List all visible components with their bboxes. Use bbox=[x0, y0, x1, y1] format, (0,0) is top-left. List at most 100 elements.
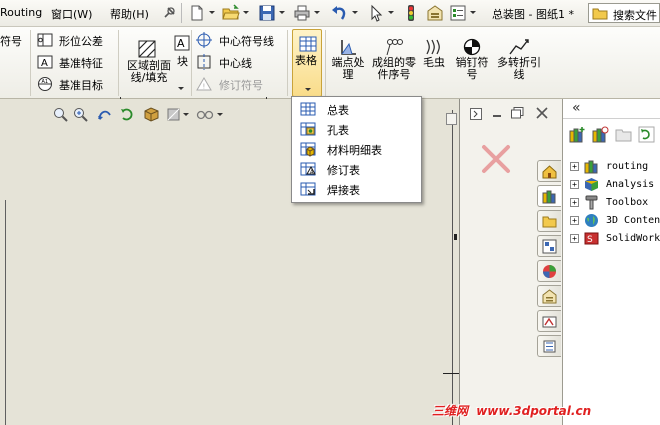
menu-window[interactable]: 窗口(W) bbox=[51, 6, 92, 22]
zoom-to-fit-icon[interactable] bbox=[53, 107, 68, 122]
symbol-button[interactable]: 符号 bbox=[0, 33, 22, 49]
design-library-icon bbox=[584, 160, 598, 174]
create-folder-icon[interactable] bbox=[615, 126, 632, 143]
multi-jog-leader-button[interactable]: 多转折引线 bbox=[497, 57, 541, 81]
tree-item-routing[interactable]: + routing bbox=[570, 159, 660, 175]
tree-item-analysis[interactable]: + Analysis bbox=[570, 177, 660, 193]
expand-icon[interactable]: + bbox=[570, 234, 579, 243]
display-style-icon[interactable] bbox=[143, 107, 160, 122]
tree-item-3d-content[interactable]: + 3D Conten bbox=[570, 213, 660, 229]
print-icon[interactable] bbox=[293, 4, 311, 22]
add-to-library-icon[interactable] bbox=[569, 126, 586, 143]
electrical-icon bbox=[543, 340, 556, 353]
expand-icon[interactable]: + bbox=[570, 216, 579, 225]
options-icon[interactable] bbox=[449, 4, 467, 22]
caterpillar-button[interactable]: 毛虫 bbox=[420, 57, 448, 69]
open-folder-icon[interactable] bbox=[222, 4, 240, 22]
undo-dropdown-icon[interactable] bbox=[352, 11, 358, 14]
select-dropdown-icon[interactable] bbox=[388, 11, 394, 14]
datum-target-button[interactable]: 基准目标 bbox=[59, 77, 103, 93]
sheet-border-line bbox=[452, 110, 453, 425]
centerline-button[interactable]: 中心线 bbox=[219, 55, 252, 71]
options-dropdown-icon[interactable] bbox=[470, 11, 476, 14]
close-icon[interactable] bbox=[536, 107, 548, 119]
new-document-icon[interactable] bbox=[188, 4, 206, 22]
tab-electrical[interactable] bbox=[537, 335, 561, 357]
center-mark-button[interactable]: 中心符号线 bbox=[219, 33, 274, 49]
tab-file-explorer[interactable] bbox=[537, 210, 561, 232]
table-label: 表格 bbox=[295, 54, 317, 67]
menu-routing[interactable]: Routing bbox=[0, 6, 42, 19]
section-dropdown-icon[interactable] bbox=[183, 113, 189, 116]
restore-icon[interactable] bbox=[511, 107, 524, 119]
dowel-pin-icon bbox=[463, 38, 481, 56]
new-dropdown-icon[interactable] bbox=[209, 11, 215, 14]
tab-custom-properties[interactable] bbox=[537, 285, 561, 307]
datum-feature-button[interactable]: 基准特征 bbox=[59, 55, 103, 71]
tab-view-palette[interactable] bbox=[537, 235, 561, 257]
routing-library-icon bbox=[542, 316, 557, 328]
section-view-icon[interactable] bbox=[166, 107, 181, 122]
rebuild-view-icon[interactable] bbox=[120, 107, 135, 122]
sheet-crosshair-line bbox=[443, 373, 459, 374]
menu-item-hole-table[interactable]: 孔表 bbox=[292, 119, 421, 139]
menu-item-bom[interactable]: 材料明细表 bbox=[292, 139, 421, 159]
expand-icon[interactable]: + bbox=[570, 162, 579, 171]
collapse-pane-button[interactable]: « bbox=[572, 100, 581, 116]
menu-item-revision-table[interactable]: A 修订表 bbox=[292, 159, 421, 179]
zoom-area-icon[interactable] bbox=[73, 107, 88, 122]
print-dropdown-icon[interactable] bbox=[314, 11, 320, 14]
task-pane-tabs bbox=[537, 160, 563, 357]
add-file-location-icon[interactable] bbox=[592, 126, 609, 143]
block-dropdown-icon[interactable] bbox=[178, 87, 184, 90]
revision-symbol-button[interactable]: 修订符号 bbox=[219, 77, 263, 93]
tree-item-solidworks-content[interactable]: + S SolidWork bbox=[570, 231, 660, 247]
end-treatment-icon bbox=[341, 40, 356, 55]
minimize-icon[interactable] bbox=[492, 110, 502, 118]
dowel-pin-button[interactable]: 销钉符号 bbox=[451, 57, 493, 81]
appearances-icon bbox=[543, 265, 556, 278]
geometric-tolerance-button[interactable]: 形位公差 bbox=[59, 33, 103, 49]
undo-icon[interactable] bbox=[330, 4, 348, 22]
datum-feature-icon: A bbox=[37, 55, 53, 69]
hide-show-icon[interactable] bbox=[196, 108, 214, 121]
tree-item-toolbox[interactable]: + Toolbox bbox=[570, 195, 660, 211]
previous-view-icon[interactable] bbox=[97, 107, 112, 122]
svg-text:A: A bbox=[177, 37, 185, 50]
tab-appearances[interactable] bbox=[537, 260, 561, 282]
menu-item-weldment-table[interactable]: 焊接表 bbox=[292, 179, 421, 199]
tab-solidworks-resources[interactable] bbox=[537, 160, 561, 182]
ribbon-separator bbox=[325, 30, 326, 96]
expand-icon[interactable]: + bbox=[570, 180, 579, 189]
save-icon[interactable] bbox=[258, 4, 276, 22]
sheet-scroll-arrow[interactable] bbox=[446, 113, 457, 125]
menu-help[interactable]: 帮助(H) bbox=[110, 6, 149, 22]
menu-item-general-table[interactable]: 总表 bbox=[292, 99, 421, 119]
back-icon[interactable] bbox=[470, 108, 482, 120]
open-dropdown-icon[interactable] bbox=[243, 11, 249, 14]
pin-icon[interactable] bbox=[160, 4, 178, 22]
end-treatment-button[interactable]: 端点处理 bbox=[327, 57, 369, 81]
menu-item-label: 焊接表 bbox=[327, 184, 360, 197]
refresh-icon[interactable] bbox=[638, 126, 655, 143]
hide-show-dropdown-icon[interactable] bbox=[217, 113, 223, 116]
view-palette-icon bbox=[542, 239, 557, 254]
rebuild-icon[interactable] bbox=[402, 4, 420, 22]
disabled-x-icon bbox=[482, 145, 510, 173]
block-icon: A bbox=[174, 35, 190, 51]
table-button[interactable]: 表格 bbox=[292, 29, 322, 97]
tab-design-library[interactable] bbox=[537, 185, 561, 207]
general-table-icon bbox=[300, 102, 316, 116]
stacked-balloon-button[interactable]: 成组的零件序号 bbox=[371, 57, 417, 81]
expand-icon[interactable]: + bbox=[570, 198, 579, 207]
file-properties-icon[interactable] bbox=[426, 4, 444, 22]
select-pointer-icon[interactable] bbox=[367, 4, 385, 22]
block-button[interactable]: 块 bbox=[177, 53, 188, 69]
tab-routing-library[interactable] bbox=[537, 310, 561, 332]
ribbon-separator bbox=[287, 30, 288, 96]
centerline-icon bbox=[197, 54, 211, 70]
ribbon-separator bbox=[191, 30, 192, 96]
save-dropdown-icon[interactable] bbox=[279, 11, 285, 14]
search-input[interactable]: 搜索文件 bbox=[588, 3, 660, 23]
area-hatch-button[interactable]: 区域剖面线/填充 bbox=[124, 60, 174, 84]
